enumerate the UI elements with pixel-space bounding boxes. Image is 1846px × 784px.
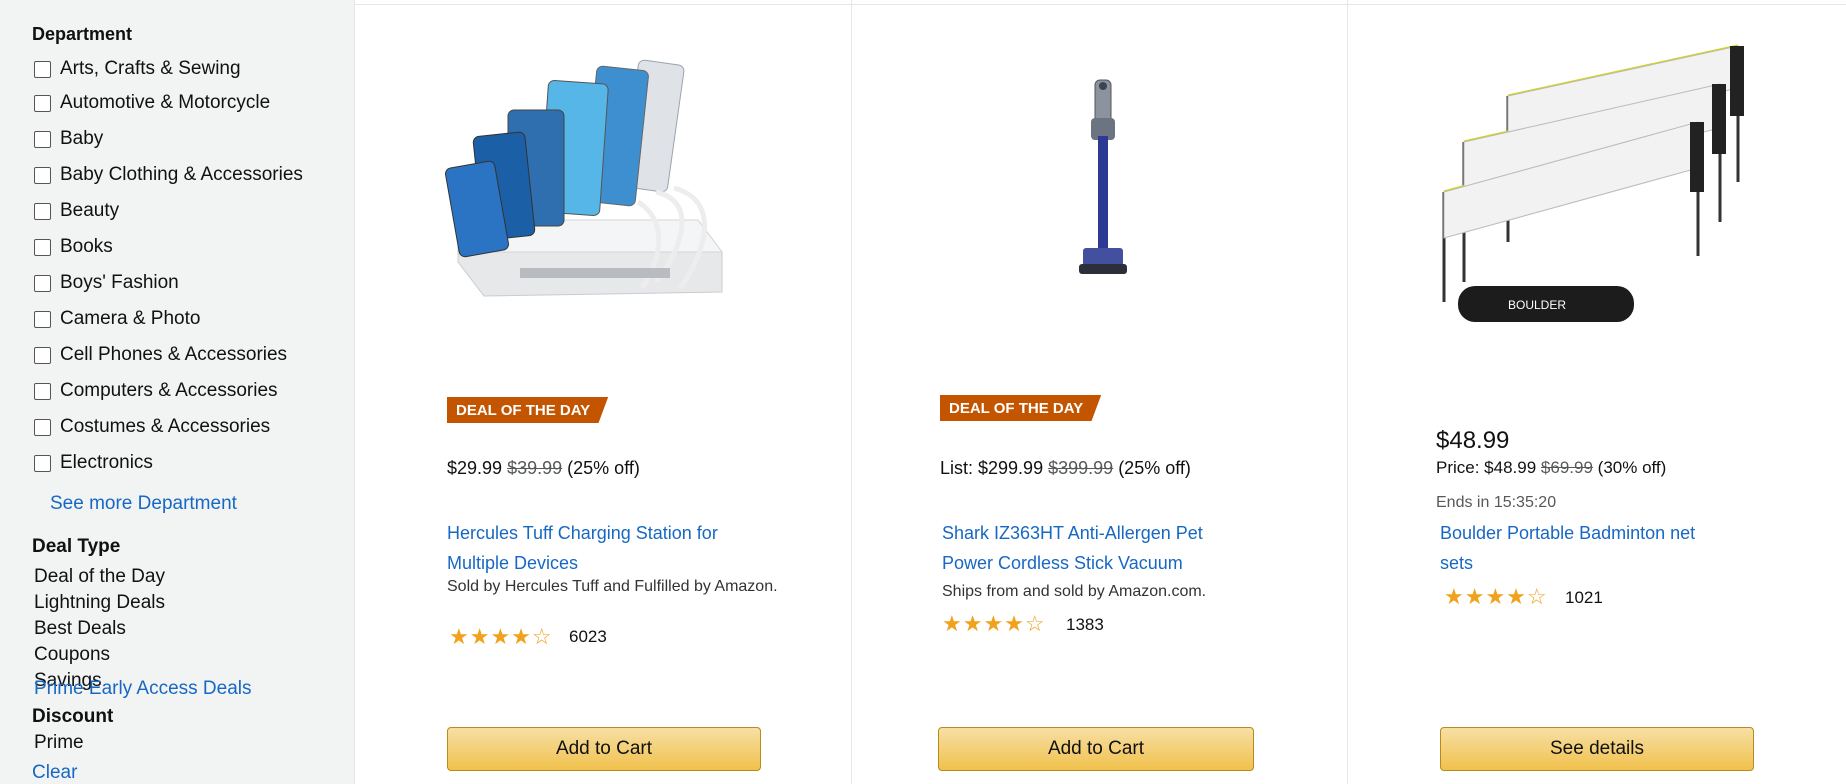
department-checkbox-beauty[interactable]: Beauty — [34, 198, 119, 224]
checkbox-icon[interactable] — [34, 166, 51, 184]
sidebar: Department Arts, Crafts & Sewing Automot… — [0, 0, 355, 784]
product-image-charging-station[interactable] — [430, 52, 766, 316]
department-label: Boys' Fashion — [60, 272, 179, 293]
star-rating[interactable]: ★★★★☆ — [942, 611, 1046, 637]
deal-type-heading: Deal Type — [32, 536, 121, 557]
product-image-badminton-net[interactable]: BOULDER — [1398, 32, 1766, 342]
deal-price: Price: $48.99 $69.99 (30% off) — [1436, 458, 1666, 478]
add-to-cart-button[interactable]: Add to Cart — [938, 727, 1254, 771]
discount-percent: (25% off) — [567, 458, 640, 478]
list-price: $39.99 — [507, 458, 563, 478]
deal-type-option[interactable]: Lightning Deals — [34, 592, 165, 614]
checkbox-icon[interactable] — [34, 274, 51, 292]
checkbox-icon[interactable] — [34, 94, 51, 112]
department-checkbox-baby[interactable]: Baby — [34, 126, 103, 152]
department-label: Electronics — [60, 452, 153, 473]
star-rating[interactable]: ★★★★☆ — [1444, 584, 1548, 610]
department-label: Arts, Crafts & Sewing — [60, 58, 241, 79]
department-checkbox-books[interactable]: Books — [34, 234, 113, 260]
checkbox-icon[interactable] — [34, 454, 51, 472]
deal-countdown: Ends in 15:35:20 — [1436, 494, 1557, 511]
deal-price: List: $299.99 $399.99 (25% off) — [940, 458, 1191, 479]
department-checkbox-costumes[interactable]: Costumes & Accessories — [34, 414, 270, 440]
department-heading: Department — [32, 24, 133, 44]
deal-type-option[interactable]: Best Deals — [34, 618, 126, 640]
department-checkbox-boys-fashion[interactable]: Boys' Fashion — [34, 270, 179, 296]
discount-percent: (30% off) — [1597, 458, 1667, 477]
department-checkbox-electronics[interactable]: Electronics — [34, 450, 153, 476]
svg-text:BOULDER: BOULDER — [1508, 298, 1566, 312]
sold-by-text: Ships from and sold by Amazon.com. — [942, 583, 1207, 600]
department-label: Beauty — [60, 200, 120, 221]
department-checkbox-camera[interactable]: Camera & Photo — [34, 306, 200, 332]
product-title-link[interactable]: Hercules Tuff Charging Station for Multi… — [447, 518, 747, 578]
department-label: Computers & Accessories — [60, 380, 278, 401]
department-checkbox-cell-phones[interactable]: Cell Phones & Accessories — [34, 342, 287, 368]
department-label: Automotive & Motorcycle — [60, 92, 271, 113]
price-main: $48.99 — [1436, 427, 1510, 454]
add-to-cart-button[interactable]: Add to Cart — [447, 727, 761, 771]
clear-link[interactable]: Clear — [32, 762, 77, 784]
deal-of-the-day-badge: DEAL OF THE DAY — [447, 397, 609, 423]
price-value: $29.99 — [447, 458, 503, 478]
checkbox-icon[interactable] — [34, 310, 51, 328]
discount-percent: (25% off) — [1118, 458, 1191, 478]
deal-price: $29.99 $39.99 (25% off) — [447, 458, 640, 479]
list-price: $69.99 — [1540, 458, 1593, 477]
department-label: Costumes & Accessories — [60, 416, 271, 437]
checkbox-icon[interactable] — [34, 382, 51, 400]
department-label: Books — [60, 236, 113, 257]
department-label: Baby — [60, 128, 104, 149]
column-divider — [851, 0, 852, 784]
price-value: Price: $48.99 — [1436, 458, 1537, 477]
deal-type-option[interactable]: Deal of the Day — [34, 566, 165, 588]
prime-filter-label[interactable]: Prime — [34, 732, 84, 754]
department-label: Camera & Photo — [60, 308, 201, 329]
price-value: List: $299.99 — [940, 458, 1044, 478]
department-checkbox-automotive[interactable]: Automotive & Motorcycle — [34, 90, 270, 116]
department-label: Cell Phones & Accessories — [60, 344, 288, 365]
prime-early-access-link[interactable]: Prime Early Access Deals — [34, 678, 252, 700]
column-divider — [1347, 0, 1348, 784]
see-details-button[interactable]: See details — [1440, 727, 1754, 771]
list-price: $399.99 — [1048, 458, 1114, 478]
checkbox-icon[interactable] — [34, 238, 51, 256]
see-more-department-link[interactable]: See more Department — [50, 493, 237, 515]
department-checkbox-arts-crafts[interactable]: Arts, Crafts & Sewing — [34, 56, 241, 82]
product-title-link[interactable]: Boulder Portable Badminton net sets — [1440, 518, 1700, 578]
star-rating[interactable]: ★★★★☆ — [449, 624, 553, 650]
discount-heading: Discount — [32, 706, 114, 727]
checkbox-icon[interactable] — [34, 130, 51, 148]
checkbox-icon[interactable] — [34, 202, 51, 220]
checkbox-icon[interactable] — [34, 418, 51, 436]
rating-count[interactable]: 1021 — [1565, 588, 1603, 608]
sold-by-text: Sold by Hercules Tuff and Fulfilled by A… — [447, 578, 778, 595]
checkbox-icon[interactable] — [34, 60, 51, 78]
product-title-link[interactable]: Shark IZ363HT Anti-Allergen Pet Power Co… — [942, 518, 1232, 578]
department-checkbox-computers[interactable]: Computers & Accessories — [34, 378, 278, 404]
top-divider — [354, 4, 1846, 5]
deal-type-option[interactable]: Coupons — [34, 644, 110, 666]
deal-of-the-day-badge: DEAL OF THE DAY — [940, 395, 1102, 421]
checkbox-icon[interactable] — [34, 346, 51, 364]
rating-count[interactable]: 6023 — [569, 627, 607, 647]
department-label: Baby Clothing & Accessories — [60, 164, 303, 185]
rating-count[interactable]: 1383 — [1066, 615, 1104, 635]
product-image-stick-vacuum[interactable] — [976, 52, 1234, 298]
department-checkbox-baby-clothing[interactable]: Baby Clothing & Accessories — [34, 162, 303, 188]
